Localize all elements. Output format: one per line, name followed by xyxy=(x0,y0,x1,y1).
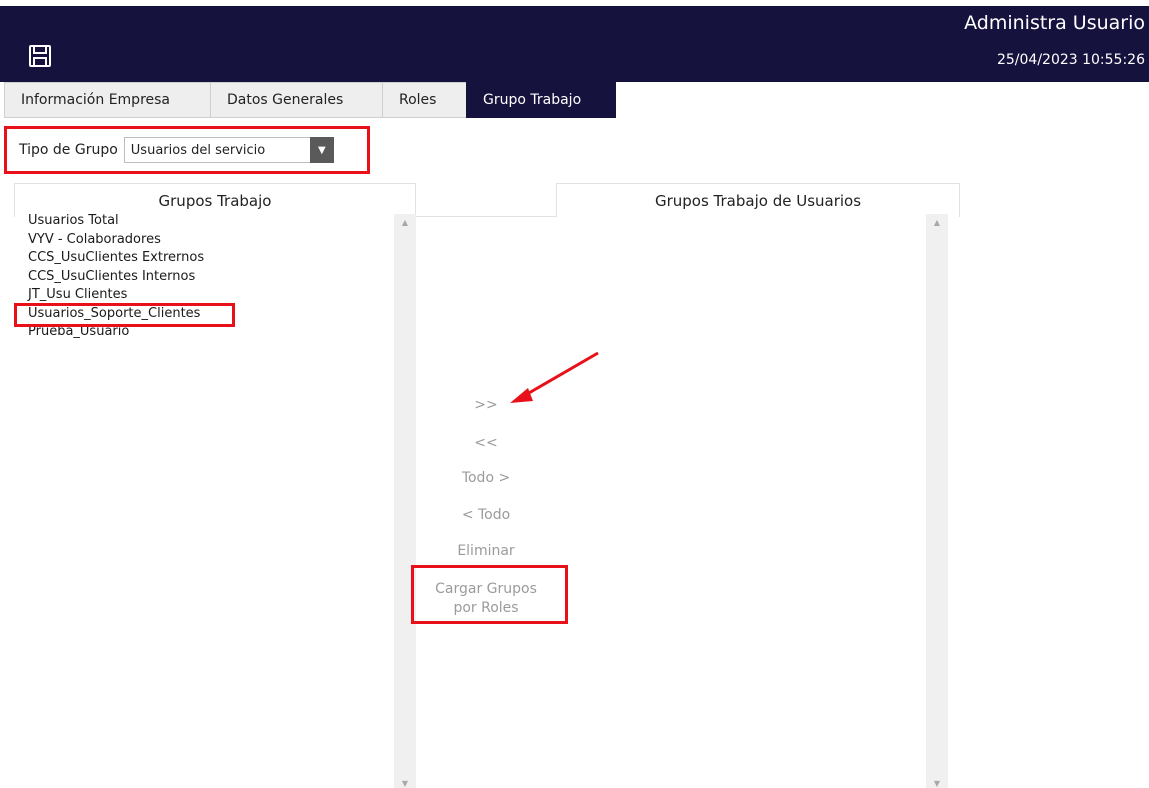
list-item[interactable]: JT_Usu Clientes xyxy=(28,286,204,305)
tipo-grupo-row: Tipo de Grupo Usuarios del servicio ▼ xyxy=(4,126,370,174)
list-item[interactable]: Usuarios Total xyxy=(28,212,204,231)
move-all-left-button[interactable]: < Todo xyxy=(416,507,556,523)
move-all-right-button[interactable]: Todo > xyxy=(416,470,556,486)
tipo-grupo-select[interactable]: Usuarios del servicio ▼ xyxy=(123,137,334,163)
scroll-down-icon[interactable]: ▼ xyxy=(394,779,416,788)
divider xyxy=(416,216,556,217)
tab-grupo-trabajo[interactable]: Grupo Trabajo xyxy=(466,82,616,118)
left-list-scrollbar[interactable]: ▲ ▼ xyxy=(394,214,416,788)
tab-informacion-empresa[interactable]: Información Empresa xyxy=(4,82,210,118)
tipo-grupo-label: Tipo de Grupo xyxy=(19,142,118,158)
tab-roles[interactable]: Roles xyxy=(382,82,466,118)
delete-button[interactable]: Eliminar xyxy=(416,543,556,559)
highlight-box xyxy=(14,303,235,327)
grupos-trabajo-usuarios-header: Grupos Trabajo de Usuarios xyxy=(556,183,960,217)
datetime-display: 25/04/2023 10:55:26 xyxy=(996,52,1145,68)
scroll-up-icon[interactable]: ▲ xyxy=(394,218,416,227)
app-header: Administra Usuario 25/04/2023 10:55:26 xyxy=(0,6,1149,82)
move-left-button[interactable]: << xyxy=(416,435,556,451)
annotation-arrow-icon xyxy=(510,351,599,403)
chevron-down-icon[interactable]: ▼ xyxy=(309,137,334,163)
list-item[interactable]: VYV - Colaboradores xyxy=(28,231,204,250)
list-item[interactable]: CCS_UsuClientes Extrernos xyxy=(28,249,204,268)
tab-datos-generales[interactable]: Datos Generales xyxy=(210,82,382,118)
highlight-box xyxy=(411,565,568,624)
tipo-grupo-selected-value: Usuarios del servicio xyxy=(130,142,266,158)
floppy-disk-icon[interactable] xyxy=(28,44,52,68)
scroll-down-icon[interactable]: ▼ xyxy=(926,779,948,788)
tab-bar: Información Empresa Datos Generales Role… xyxy=(4,82,616,118)
scroll-up-icon[interactable]: ▲ xyxy=(926,218,948,227)
list-item[interactable]: CCS_UsuClientes Internos xyxy=(28,268,204,287)
right-list-scrollbar[interactable]: ▲ ▼ xyxy=(926,214,948,788)
page-title: Administra Usuario xyxy=(964,12,1145,34)
